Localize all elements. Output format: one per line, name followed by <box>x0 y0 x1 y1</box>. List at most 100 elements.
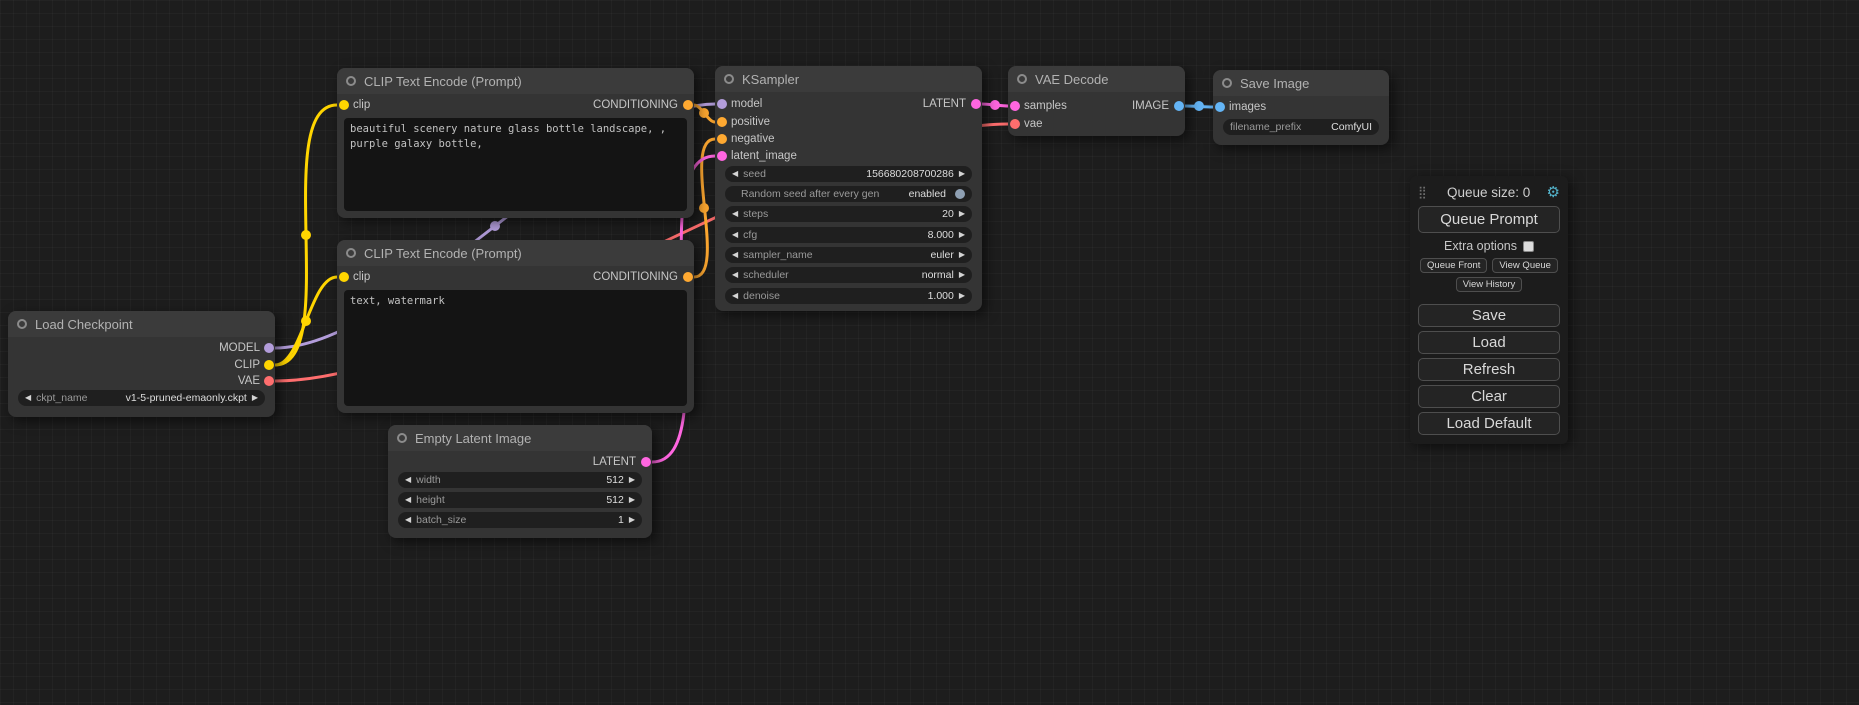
widget-value: 512 <box>606 474 624 486</box>
decrement-arrow-icon[interactable]: ◀ <box>732 271 738 279</box>
node-title-bar[interactable]: Save Image <box>1213 70 1389 96</box>
prompt-textarea[interactable]: beautiful scenery nature glass bottle la… <box>344 118 687 211</box>
decrement-arrow-icon[interactable]: ◀ <box>405 516 411 524</box>
decrement-arrow-icon[interactable]: ◀ <box>25 394 31 402</box>
input-slot-latent-image[interactable] <box>717 151 727 161</box>
node-title: Save Image <box>1240 76 1309 91</box>
node-ksampler[interactable]: KSampler model positive negative latent_… <box>715 66 982 311</box>
node-title-bar[interactable]: VAE Decode <box>1008 66 1185 92</box>
node-title-bar[interactable]: Load Checkpoint <box>8 311 275 337</box>
collapse-dot-icon[interactable] <box>1222 78 1232 88</box>
link-dot-clip-negative <box>301 316 311 326</box>
collapse-dot-icon[interactable] <box>1017 74 1027 84</box>
queue-size-label: Queue size: 0 <box>1431 185 1547 200</box>
node-vae-decode[interactable]: VAE Decode samples vae IMAGE <box>1008 66 1185 136</box>
collapse-dot-icon[interactable] <box>17 319 27 329</box>
decrement-arrow-icon[interactable]: ◀ <box>732 231 738 239</box>
output-slot-image[interactable] <box>1174 101 1184 111</box>
decrement-arrow-icon[interactable]: ◀ <box>732 292 738 300</box>
input-slot-positive[interactable] <box>717 117 727 127</box>
input-slot-vae[interactable] <box>1010 119 1020 129</box>
output-slot-vae[interactable] <box>264 376 274 386</box>
view-history-button[interactable]: View History <box>1456 277 1523 292</box>
drag-handle-icon[interactable]: ⣿ <box>1418 185 1427 199</box>
widget-ckpt-name[interactable]: ◀ ckpt_name v1-5-pruned-emaonly.ckpt ▶ <box>18 390 265 406</box>
input-label-positive: positive <box>731 115 770 129</box>
load-default-button[interactable]: Load Default <box>1418 412 1560 435</box>
link-dot-cond-positive <box>699 108 709 118</box>
widget-seed[interactable]: ◀ seed 156680208700286 ▶ <box>725 166 972 182</box>
collapse-dot-icon[interactable] <box>397 433 407 443</box>
increment-arrow-icon[interactable]: ▶ <box>959 231 965 239</box>
widget-label: cfg <box>743 229 757 241</box>
output-slot-clip[interactable] <box>264 360 274 370</box>
widget-height[interactable]: ◀ height 512 ▶ <box>398 492 642 508</box>
node-clip-text-encode-positive[interactable]: CLIP Text Encode (Prompt) clip CONDITION… <box>337 68 694 218</box>
link-dot-clip-positive <box>301 230 311 240</box>
widget-denoise[interactable]: ◀ denoise 1.000 ▶ <box>725 288 972 304</box>
input-slot-model[interactable] <box>717 99 727 109</box>
collapse-dot-icon[interactable] <box>724 74 734 84</box>
increment-arrow-icon[interactable]: ▶ <box>959 210 965 218</box>
widget-filename-prefix[interactable]: filename_prefix ComfyUI <box>1223 119 1379 135</box>
node-save-image[interactable]: Save Image images filename_prefix ComfyU… <box>1213 70 1389 145</box>
output-label-model: MODEL <box>219 341 260 355</box>
increment-arrow-icon[interactable]: ▶ <box>959 292 965 300</box>
input-slot-samples[interactable] <box>1010 101 1020 111</box>
increment-arrow-icon[interactable]: ▶ <box>629 496 635 504</box>
increment-arrow-icon[interactable]: ▶ <box>252 394 258 402</box>
increment-arrow-icon[interactable]: ▶ <box>629 516 635 524</box>
settings-gear-icon[interactable]: ⚙ <box>1547 183 1560 201</box>
node-title-bar[interactable]: CLIP Text Encode (Prompt) <box>337 68 694 94</box>
node-clip-text-encode-negative[interactable]: CLIP Text Encode (Prompt) clip CONDITION… <box>337 240 694 413</box>
widget-cfg[interactable]: ◀ cfg 8.000 ▶ <box>725 227 972 243</box>
load-button[interactable]: Load <box>1418 331 1560 354</box>
input-slot-images[interactable] <box>1215 102 1225 112</box>
queue-prompt-button[interactable]: Queue Prompt <box>1418 206 1560 233</box>
refresh-button[interactable]: Refresh <box>1418 358 1560 381</box>
extra-options-checkbox[interactable] <box>1523 241 1534 252</box>
node-title-bar[interactable]: Empty Latent Image <box>388 425 652 451</box>
widget-value: 8.000 <box>928 229 954 241</box>
output-slot-conditioning[interactable] <box>683 100 693 110</box>
queue-panel-header: ⣿ Queue size: 0 ⚙ <box>1418 181 1560 203</box>
clear-button[interactable]: Clear <box>1418 385 1560 408</box>
queue-panel[interactable]: ⣿ Queue size: 0 ⚙ Queue Prompt Extra opt… <box>1410 176 1568 444</box>
node-graph-canvas[interactable]: Load Checkpoint MODEL CLIP VAE ◀ ckpt_na… <box>0 0 1859 705</box>
node-load-checkpoint[interactable]: Load Checkpoint MODEL CLIP VAE ◀ ckpt_na… <box>8 311 275 417</box>
increment-arrow-icon[interactable]: ▶ <box>959 271 965 279</box>
decrement-arrow-icon[interactable]: ◀ <box>405 476 411 484</box>
node-title-bar[interactable]: CLIP Text Encode (Prompt) <box>337 240 694 266</box>
decrement-arrow-icon[interactable]: ◀ <box>405 496 411 504</box>
widget-random-seed-toggle[interactable]: Random seed after every gen enabled <box>725 186 972 202</box>
output-slot-latent[interactable] <box>971 99 981 109</box>
output-slot-latent[interactable] <box>641 457 651 467</box>
widget-label: ckpt_name <box>36 392 87 404</box>
widget-sampler-name[interactable]: ◀ sampler_name euler ▶ <box>725 247 972 263</box>
widget-steps[interactable]: ◀ steps 20 ▶ <box>725 206 972 222</box>
save-button[interactable]: Save <box>1418 304 1560 327</box>
input-slot-clip[interactable] <box>339 100 349 110</box>
input-slot-negative[interactable] <box>717 134 727 144</box>
prompt-textarea[interactable]: text, watermark <box>344 290 687 406</box>
input-slot-clip[interactable] <box>339 272 349 282</box>
collapse-dot-icon[interactable] <box>346 76 356 86</box>
output-slot-conditioning[interactable] <box>683 272 693 282</box>
increment-arrow-icon[interactable]: ▶ <box>959 251 965 259</box>
widget-width[interactable]: ◀ width 512 ▶ <box>398 472 642 488</box>
queue-front-button[interactable]: Queue Front <box>1420 258 1487 273</box>
decrement-arrow-icon[interactable]: ◀ <box>732 251 738 259</box>
widget-batch-size[interactable]: ◀ batch_size 1 ▶ <box>398 512 642 528</box>
output-slot-model[interactable] <box>264 343 274 353</box>
input-label-model: model <box>731 97 762 111</box>
node-empty-latent-image[interactable]: Empty Latent Image LATENT ◀ width 512 ▶ … <box>388 425 652 538</box>
increment-arrow-icon[interactable]: ▶ <box>629 476 635 484</box>
decrement-arrow-icon[interactable]: ◀ <box>732 170 738 178</box>
decrement-arrow-icon[interactable]: ◀ <box>732 210 738 218</box>
collapse-dot-icon[interactable] <box>346 248 356 258</box>
toggle-indicator[interactable] <box>955 189 965 199</box>
node-title-bar[interactable]: KSampler <box>715 66 982 92</box>
view-queue-button[interactable]: View Queue <box>1492 258 1558 273</box>
increment-arrow-icon[interactable]: ▶ <box>959 170 965 178</box>
widget-scheduler[interactable]: ◀ scheduler normal ▶ <box>725 267 972 283</box>
